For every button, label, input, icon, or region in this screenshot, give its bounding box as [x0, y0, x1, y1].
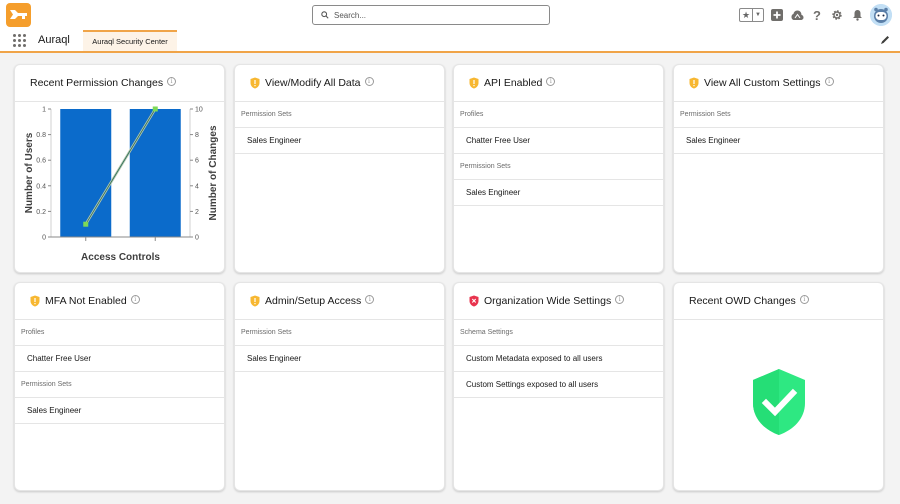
card-recent-owd-changes: Recent OWD Changes i	[673, 282, 884, 491]
error-shield-icon	[469, 295, 479, 307]
y-tick-label-left: 0.6	[36, 158, 46, 165]
tab-auraql-security-center[interactable]: Auraql Security Center	[83, 30, 177, 51]
edit-nav-pencil-icon[interactable]	[880, 35, 890, 45]
header-utility-icons: ★ ▼ ?	[739, 3, 892, 27]
info-icon[interactable]: i	[131, 295, 140, 304]
section-label: Permission Sets	[235, 102, 444, 128]
y-axis-title-left: Number of Users	[24, 132, 35, 213]
info-icon[interactable]: i	[615, 295, 624, 304]
user-avatar[interactable]	[870, 4, 892, 26]
card-header: View/Modify All Data i	[235, 65, 444, 102]
info-icon[interactable]: i	[365, 77, 374, 86]
setup-gear-icon[interactable]	[830, 8, 844, 22]
add-icon[interactable]	[770, 8, 784, 22]
list-item[interactable]: Custom Settings exposed to all users	[454, 372, 663, 398]
list-item[interactable]: Chatter Free User	[454, 128, 663, 154]
card-title: View All Custom Settings	[704, 77, 821, 89]
card-title: Recent OWD Changes	[689, 295, 796, 307]
section-label: Permission Sets	[235, 320, 444, 346]
card-api-enabled: API Enabled i Profiles Chatter Free User…	[453, 64, 664, 273]
warning-shield-icon	[250, 77, 260, 89]
y-tick-label-right: 8	[195, 132, 199, 139]
list-item[interactable]: Sales Engineer	[454, 180, 663, 206]
app-launcher-icon[interactable]	[13, 34, 26, 47]
card-title: Admin/Setup Access	[265, 295, 361, 307]
section-label: Profiles	[15, 320, 224, 346]
y-tick-label-right: 6	[195, 158, 199, 165]
card-header: View All Custom Settings i	[674, 65, 883, 102]
y-tick-label-right: 10	[195, 107, 203, 114]
chart-svg: 00.20.40.60.810246810Number of UsersNumb…	[15, 102, 225, 273]
card-title: Recent Permission Changes	[30, 77, 163, 89]
changes-point	[153, 107, 158, 112]
app-navigation-bar: Auraql Auraql Security Center	[0, 30, 900, 53]
card-admin-setup-access: Admin/Setup Access i Permission Sets Sal…	[234, 282, 445, 491]
y-tick-label-left: 0.8	[36, 132, 46, 139]
card-header: Organization Wide Settings i	[454, 283, 663, 320]
global-header: ★ ▼ ?	[0, 0, 900, 30]
favorites-group: ★ ▼	[739, 8, 764, 22]
favorites-dropdown-icon[interactable]: ▼	[753, 9, 763, 21]
chart-bar	[60, 109, 111, 237]
info-icon[interactable]: i	[546, 77, 555, 86]
permission-changes-chart: 00.20.40.60.810246810Number of UsersNumb…	[15, 102, 225, 273]
info-icon[interactable]: i	[167, 77, 176, 86]
shield-check-icon	[753, 369, 805, 435]
favorites-star-icon[interactable]: ★	[740, 9, 753, 21]
y-tick-label-right: 0	[195, 235, 199, 242]
list-item[interactable]: Sales Engineer	[674, 128, 883, 154]
info-icon[interactable]: i	[800, 295, 809, 304]
info-icon[interactable]: i	[365, 295, 374, 304]
global-search[interactable]	[312, 5, 550, 25]
card-header: Recent Permission Changes i	[15, 65, 224, 102]
changes-point	[83, 222, 88, 227]
list-item[interactable]: Chatter Free User	[15, 346, 224, 372]
y-tick-label-right: 4	[195, 183, 199, 190]
card-header: API Enabled i	[454, 65, 663, 102]
key-logo-icon	[9, 9, 28, 21]
help-icon[interactable]: ?	[810, 8, 824, 22]
y-tick-label-left: 0.4	[36, 183, 46, 190]
astro-avatar-icon	[870, 4, 892, 26]
y-axis-title-right: Number of Changes	[208, 125, 219, 220]
warning-shield-icon	[689, 77, 699, 89]
card-organization-wide-settings: Organization Wide Settings i Schema Sett…	[453, 282, 664, 491]
x-axis-title: Access Controls	[81, 252, 160, 263]
card-title: MFA Not Enabled	[45, 295, 127, 307]
list-item[interactable]: Sales Engineer	[235, 346, 444, 372]
app-name: Auraql	[38, 34, 70, 46]
card-view-all-custom-settings: View All Custom Settings i Permission Se…	[673, 64, 884, 273]
trailhead-icon[interactable]	[790, 8, 804, 22]
chart-bar	[130, 109, 181, 237]
card-header: Admin/Setup Access i	[235, 283, 444, 320]
card-mfa-not-enabled: MFA Not Enabled i Profiles Chatter Free …	[14, 282, 225, 491]
card-view-modify-all-data: View/Modify All Data i Permission Sets S…	[234, 64, 445, 273]
card-header: Recent OWD Changes i	[674, 283, 883, 320]
card-header: MFA Not Enabled i	[15, 283, 224, 320]
warning-shield-icon	[30, 295, 40, 307]
y-tick-label-left: 0.2	[36, 209, 46, 216]
card-recent-permission-changes: Recent Permission Changes i 0 0.2 0.4 0.6 0.…	[14, 64, 225, 273]
list-item[interactable]: Sales Engineer	[235, 128, 444, 154]
warning-shield-icon	[469, 77, 479, 89]
section-label: Schema Settings	[454, 320, 663, 346]
app-logo[interactable]	[6, 3, 31, 27]
list-item[interactable]: Custom Metadata exposed to all users	[454, 346, 663, 372]
section-label: Permission Sets	[15, 372, 224, 398]
card-title: Organization Wide Settings	[484, 295, 611, 307]
y-tick-label-right: 2	[195, 209, 199, 216]
y-tick-label-left: 1	[42, 107, 46, 114]
section-label: Profiles	[454, 102, 663, 128]
info-icon[interactable]: i	[825, 77, 834, 86]
list-item[interactable]: Sales Engineer	[15, 398, 224, 424]
card-title: API Enabled	[484, 77, 542, 89]
search-icon	[321, 11, 329, 19]
section-label: Permission Sets	[454, 154, 663, 180]
card-title: View/Modify All Data	[265, 77, 361, 89]
search-input[interactable]	[334, 11, 534, 20]
section-label: Permission Sets	[674, 102, 883, 128]
notifications-bell-icon[interactable]	[850, 8, 864, 22]
warning-shield-icon	[250, 295, 260, 307]
y-tick-label-left: 0	[42, 235, 46, 242]
